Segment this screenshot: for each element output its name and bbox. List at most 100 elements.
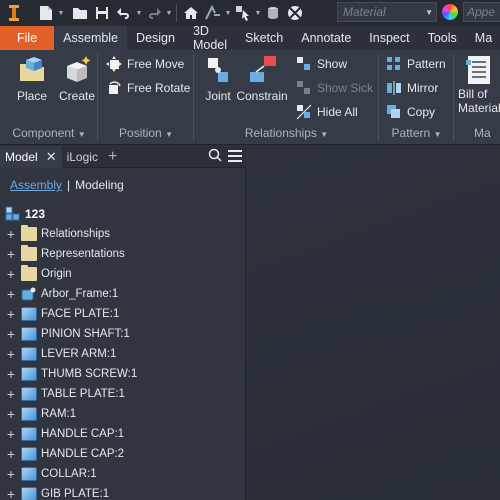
expand-icon[interactable]: + [5, 467, 17, 481]
appearance-color-icon[interactable] [442, 4, 458, 20]
tree-item-gib-plate[interactable]: + GIB PLATE:1 [5, 484, 109, 500]
copy-button[interactable]: Copy [386, 102, 435, 122]
redo-dropdown-icon[interactable]: ▼ [165, 10, 173, 17]
create-button[interactable]: Create [55, 54, 99, 112]
open-folder-icon[interactable] [69, 2, 91, 24]
tree-item-face-plate[interactable]: + FACE PLATE:1 [5, 304, 119, 324]
cylinder-icon[interactable] [262, 2, 284, 24]
tab-ilogic[interactable]: iLogic [62, 146, 103, 168]
pattern-button[interactable]: Pattern [386, 54, 446, 74]
tree-item-relationships[interactable]: + Relationships [5, 224, 110, 244]
place-button[interactable]: Place [10, 54, 54, 112]
chevron-down-icon: ▼ [77, 130, 86, 139]
show-icon [296, 56, 312, 72]
tab-file[interactable]: File [0, 26, 55, 50]
tree-item-handle-cap-2[interactable]: + HANDLE CAP:2 [5, 444, 124, 464]
assembly-view-link[interactable]: Assembly [10, 178, 62, 192]
tab-3d-model[interactable]: 3D Model [184, 24, 236, 52]
new-dropdown-icon[interactable]: ▼ [57, 10, 65, 17]
expand-icon[interactable]: + [5, 387, 17, 401]
app-logo-icon[interactable] [3, 2, 25, 24]
undo-dropdown-icon[interactable]: ▼ [135, 10, 143, 17]
hide-all-button[interactable]: Hide All [296, 102, 358, 122]
save-icon[interactable] [91, 2, 113, 24]
tree-root[interactable]: 123 [5, 204, 45, 224]
tree-item-arbor-frame[interactable]: + Arbor_Frame:1 [5, 284, 118, 304]
search-icon[interactable] [208, 148, 222, 167]
expand-icon[interactable]: + [5, 307, 17, 321]
expand-icon[interactable]: + [5, 227, 17, 241]
expand-icon[interactable]: + [5, 427, 17, 441]
expand-icon[interactable]: + [5, 247, 17, 261]
tab-model[interactable]: Model ✕ [0, 145, 62, 168]
expand-icon[interactable]: + [5, 347, 17, 361]
add-tab-button[interactable]: + [103, 146, 122, 168]
position-group-label[interactable]: Position ▼ [98, 126, 194, 142]
material-sphere-icon[interactable] [284, 2, 306, 24]
tree-item-label: HANDLE CAP:1 [41, 428, 125, 440]
manage-group-title: Ma [474, 126, 491, 140]
constrain-button[interactable]: Constrain [236, 54, 288, 112]
tree-item-ram[interactable]: + RAM:1 [5, 404, 76, 424]
tab-assemble[interactable]: Assemble [54, 26, 128, 50]
tab-manage[interactable]: Ma [466, 26, 500, 50]
expand-icon[interactable]: + [5, 487, 17, 500]
menu-icon[interactable] [228, 149, 242, 167]
pattern-label: Pattern [407, 57, 446, 71]
mirror-button[interactable]: Mirror [386, 78, 438, 98]
select-icon[interactable] [232, 2, 254, 24]
redo-icon[interactable] [143, 2, 165, 24]
view-divider: | [67, 178, 71, 192]
assembly-icon [5, 206, 21, 222]
joint-button[interactable]: Joint [196, 54, 240, 112]
expand-icon[interactable]: + [5, 287, 17, 301]
new-document-icon[interactable] [35, 2, 57, 24]
representations-folder-icon [21, 245, 37, 261]
undo-icon[interactable] [113, 2, 135, 24]
free-rotate-button[interactable]: Free Rotate [106, 78, 190, 98]
expand-icon[interactable]: + [5, 407, 17, 421]
tab-tools[interactable]: Tools [419, 26, 466, 50]
tree-item-collar[interactable]: + COLLAR:1 [5, 464, 97, 484]
bill-of-materials-button[interactable]: Bill of Material [458, 54, 500, 115]
mirror-label: Mirror [407, 81, 439, 95]
expand-icon[interactable]: + [5, 267, 17, 281]
show-sick-button[interactable]: Show Sick [296, 78, 373, 98]
browser-view-switch: Assembly | Modeling [10, 178, 124, 192]
select-dropdown-icon[interactable]: ▼ [254, 10, 262, 17]
part-icon [21, 387, 37, 401]
component-group-label[interactable]: Component ▼ [0, 126, 98, 142]
manage-group-label[interactable]: Ma [454, 126, 500, 142]
tab-inspect[interactable]: Inspect [360, 26, 418, 50]
browser-tools [208, 148, 242, 167]
home-icon[interactable] [180, 2, 202, 24]
expand-icon[interactable]: + [5, 367, 17, 381]
tree-item-label: Origin [41, 268, 72, 280]
show-button[interactable]: Show [296, 54, 347, 74]
update-dropdown-icon[interactable]: ▼ [224, 10, 232, 17]
appearance-dropdown[interactable]: Appe [463, 2, 500, 22]
tree-item-table-plate[interactable]: + TABLE PLATE:1 [5, 384, 125, 404]
position-group: Free Move Free Rotate Position ▼ [98, 50, 194, 145]
create-label: Create [58, 89, 96, 103]
tree-item-thumb-screw[interactable]: + THUMB SCREW:1 [5, 364, 137, 384]
tab-annotate[interactable]: Annotate [292, 26, 360, 50]
tree-item-handle-cap-1[interactable]: + HANDLE CAP:1 [5, 424, 124, 444]
expand-icon[interactable]: + [5, 447, 17, 461]
modeling-view-link[interactable]: Modeling [75, 178, 124, 192]
pattern-group-label[interactable]: Pattern ▼ [379, 126, 454, 142]
tree-item-origin[interactable]: + Origin [5, 264, 72, 284]
free-move-button[interactable]: Free Move [106, 54, 184, 74]
close-icon[interactable]: ✕ [46, 149, 57, 165]
tree-item-lever-arm[interactable]: + LEVER ARM:1 [5, 344, 116, 364]
update-icon[interactable] [202, 2, 224, 24]
material-dropdown[interactable]: Material ▼ [337, 2, 437, 22]
graphics-viewport[interactable] [247, 146, 500, 500]
tab-design[interactable]: Design [127, 26, 184, 50]
tab-sketch[interactable]: Sketch [236, 26, 292, 50]
relationships-group-label[interactable]: Relationships ▼ [194, 126, 379, 142]
expand-icon[interactable]: + [5, 327, 17, 341]
tree-item-pinion-shaft[interactable]: + PINION SHAFT:1 [5, 324, 130, 344]
tree-item-representations[interactable]: + Representations [5, 244, 125, 264]
tree-item-label: RAM:1 [41, 408, 77, 420]
